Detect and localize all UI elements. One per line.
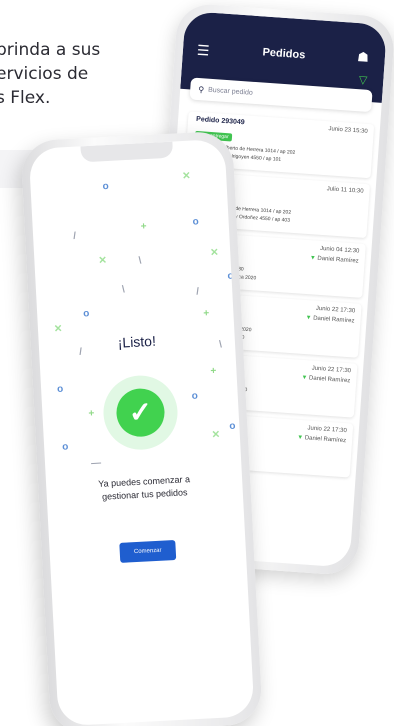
assignee-name: Daniel Ramírez xyxy=(304,435,347,445)
confetti-dash-icon: \ xyxy=(138,255,142,267)
pin-icon: ▼ xyxy=(296,434,304,442)
confetti-plus-icon: + xyxy=(88,408,95,420)
confetti-circle-icon: o xyxy=(82,308,90,320)
assignee-name: Daniel Ramírez xyxy=(308,375,351,385)
start-button[interactable]: Comenzar xyxy=(119,539,177,563)
success-badge: ✓ xyxy=(101,373,180,452)
done-screen: o ✕ / + o ✕ \ ✕ o \ / o ✕ + / \ o + + o … xyxy=(28,138,255,726)
search-icon: ⚲ xyxy=(197,84,205,94)
done-subtitle: Ya puedes comenzar a gestionar tus pedid… xyxy=(46,470,243,506)
orders-title: Pedidos xyxy=(262,46,306,62)
confetti-circle-icon: o xyxy=(56,383,64,395)
confetti-cross-icon: ✕ xyxy=(181,170,191,183)
order-date: Julio 11 10:30 xyxy=(326,186,364,195)
confetti-circle-icon: o xyxy=(61,441,69,453)
order-assignee: ▼ Daniel Ramírez xyxy=(310,255,359,264)
done-title: ¡Listo! xyxy=(117,332,157,351)
confetti-circle-icon: o xyxy=(102,180,110,193)
confetti-plus-icon: + xyxy=(203,307,210,320)
pin-icon: ▼ xyxy=(301,374,308,382)
order-assignee: ▼ Daniel Ramírez xyxy=(305,315,354,324)
pin-icon: ▼ xyxy=(309,255,316,262)
intro-line: ervicios de xyxy=(0,64,89,84)
confetti-cross-icon: ✕ xyxy=(209,247,219,259)
phone-done: o ✕ / + o ✕ \ ✕ o \ / o ✕ + / \ o + + o … xyxy=(20,130,263,726)
confetti-dash-icon: \ xyxy=(121,284,126,296)
phone-notch xyxy=(80,141,174,163)
confetti-dash-icon: / xyxy=(195,286,200,298)
assignee-name: Daniel Ramírez xyxy=(317,255,359,265)
pin-icon: ▼ xyxy=(305,315,312,322)
confetti-plus-icon: + xyxy=(210,365,217,377)
order-assignee: ▼ Daniel Ramírez xyxy=(301,375,350,384)
intro-line: brinda a sus xyxy=(0,40,101,60)
confetti-dash-icon: — xyxy=(90,457,102,470)
assignee-name: Daniel Ramírez xyxy=(312,315,355,325)
confetti-cross-icon: ✕ xyxy=(98,255,108,267)
confetti-circle-icon: o xyxy=(191,390,199,402)
confetti-dash-icon: / xyxy=(72,230,77,242)
checkmark-icon: ✓ xyxy=(115,387,166,438)
intro-text: brinda a sus ervicios de s Flex. xyxy=(0,38,196,110)
confetti-circle-icon: o xyxy=(192,216,199,228)
order-assignee: ▼ Daniel Ramírez xyxy=(297,435,346,444)
user-icon[interactable]: ☗ xyxy=(357,49,370,66)
confetti-cross-icon: ✕ xyxy=(53,323,63,336)
confetti-cross-icon: ✕ xyxy=(211,429,221,441)
filter-icon[interactable]: ▽ xyxy=(358,73,367,87)
intro-line: s Flex. xyxy=(0,88,51,108)
search-placeholder: Buscar pedido xyxy=(207,86,254,97)
confetti-circle-icon: o xyxy=(229,420,236,432)
confetti-plus-icon: + xyxy=(140,221,147,233)
